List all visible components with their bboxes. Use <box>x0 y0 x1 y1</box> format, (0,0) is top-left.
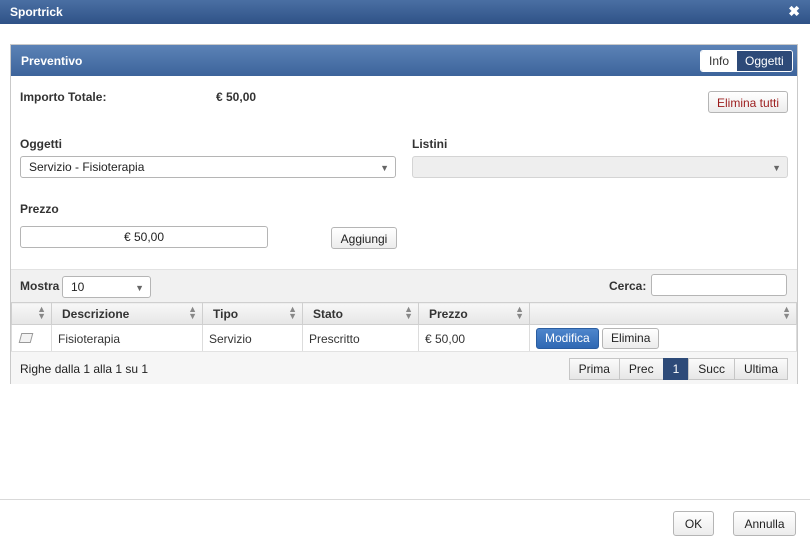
search-label: Cerca: <box>609 279 647 293</box>
table-toolbar: Mostra 10 ▼ Cerca: <box>11 269 797 302</box>
page-last-button[interactable]: Ultima <box>733 358 788 380</box>
prezzo-input[interactable]: € 50,00 <box>20 226 268 248</box>
col-header-label: Stato <box>313 306 343 321</box>
page-next-button[interactable]: Succ <box>688 358 735 380</box>
delete-button[interactable]: Elimina <box>602 328 660 349</box>
show-label: Mostra <box>20 279 60 293</box>
page-prev-button[interactable]: Prec <box>618 358 664 380</box>
add-button[interactable]: Aggiungi <box>331 227 397 249</box>
col-header-icon[interactable]: ▲ ▼ <box>11 302 52 325</box>
edit-button[interactable]: Modifica <box>536 328 599 349</box>
col-header-label: Prezzo <box>429 306 468 321</box>
delete-all-button[interactable]: Elimina tutti <box>708 91 788 113</box>
footer-divider <box>0 499 810 500</box>
table-header-row: ▲ ▼ Descrizione ▲ ▼ Tipo ▲ ▼ Stato ▲ ▼ Prezzo ▲ ▼… <box>11 302 797 325</box>
oggetti-select[interactable]: Servizio - Fisioterapia ▼ <box>20 156 396 178</box>
tab-info[interactable]: Info <box>701 51 738 71</box>
note-icon <box>18 332 34 343</box>
pagination-info: Righe dalla 1 alla 1 su 1 <box>20 362 149 376</box>
panel-header: Preventivo Info Oggetti <box>11 45 797 76</box>
cell-stato: Prescritto <box>302 324 419 353</box>
ok-button[interactable]: OK <box>673 511 714 536</box>
col-header-label: Tipo <box>213 306 239 321</box>
chevron-down-icon: ▼ <box>772 163 781 173</box>
search-input[interactable] <box>651 274 787 296</box>
listini-select[interactable]: ▼ <box>412 156 788 178</box>
col-header-actions[interactable]: ▲ ▼ <box>529 302 797 325</box>
sort-icon: ▲ ▼ <box>37 304 46 321</box>
total-value: € 50,00 <box>216 90 257 104</box>
panel-title: Preventivo <box>21 54 83 68</box>
total-label: Importo Totale: <box>20 90 107 104</box>
cell-descrizione: Fisioterapia <box>51 324 203 353</box>
chevron-down-icon: ▼ <box>380 163 389 173</box>
sort-icon: ▲ ▼ <box>288 304 297 321</box>
sort-icon: ▲ ▼ <box>782 304 791 321</box>
pagination: Prima Prec 1 Succ Ultima <box>568 358 788 380</box>
window-titlebar: Sportrick ✖ <box>0 0 810 24</box>
sort-icon: ▲ ▼ <box>188 304 197 321</box>
page-size-select[interactable]: 10 ▼ <box>62 276 151 298</box>
prezzo-label: Prezzo <box>20 202 59 216</box>
cell-actions: Modifica Elimina <box>529 324 797 353</box>
page-current-button[interactable]: 1 <box>662 358 690 380</box>
page-size-value: 10 <box>71 280 85 294</box>
col-header-label: Descrizione <box>62 306 130 321</box>
table-row: Fisioterapia Servizio Prescritto € 50,00… <box>11 324 797 353</box>
sort-icon: ▲ ▼ <box>515 304 524 321</box>
chevron-down-icon: ▼ <box>135 283 144 293</box>
cell-tipo: Servizio <box>202 324 303 353</box>
cancel-button[interactable]: Annulla <box>733 511 796 536</box>
tab-oggetti[interactable]: Oggetti <box>737 51 792 71</box>
col-header-tipo[interactable]: Tipo ▲ ▼ <box>202 302 303 325</box>
col-header-descrizione[interactable]: Descrizione ▲ ▼ <box>51 302 203 325</box>
col-header-prezzo[interactable]: Prezzo ▲ ▼ <box>418 302 530 325</box>
table-footer: Righe dalla 1 alla 1 su 1 Prima Prec 1 S… <box>11 351 797 384</box>
close-icon[interactable]: ✖ <box>788 3 800 20</box>
cell-prezzo: € 50,00 <box>418 324 530 353</box>
row-icon-cell <box>11 324 52 353</box>
col-header-stato[interactable]: Stato ▲ ▼ <box>302 302 419 325</box>
preventivo-panel: Preventivo Info Oggetti Importo Totale: … <box>10 44 798 384</box>
oggetti-select-value: Servizio - Fisioterapia <box>29 160 145 174</box>
sort-icon: ▲ ▼ <box>404 304 413 321</box>
page-first-button[interactable]: Prima <box>568 358 620 380</box>
items-table: ▲ ▼ Descrizione ▲ ▼ Tipo ▲ ▼ Stato ▲ ▼ Prezzo ▲ ▼… <box>11 302 797 353</box>
view-toggle: Info Oggetti <box>700 50 793 72</box>
listini-label: Listini <box>412 137 448 151</box>
oggetti-label: Oggetti <box>20 137 62 151</box>
window-title: Sportrick <box>10 5 63 19</box>
